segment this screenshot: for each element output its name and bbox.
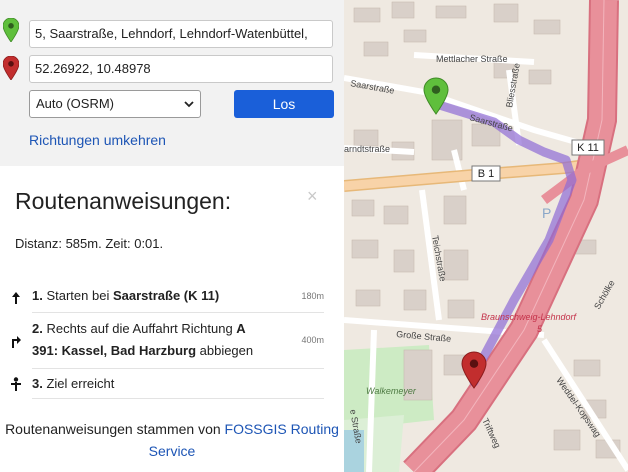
parking-icon: P	[542, 205, 551, 221]
routing-form: 5, Saarstraße, Lehndorf, Lehndorf-Watenb…	[0, 0, 344, 166]
directions-title: Routenanweisungen:	[15, 188, 232, 214]
route-step: 3. Ziel erreicht	[10, 373, 324, 397]
close-icon[interactable]: ×	[307, 186, 318, 207]
route-step: 2. Rechts auf die Auffahrt Richtung A 39…	[10, 318, 324, 366]
route-summary: Distanz: 585m. Zeit: 0:01.	[15, 236, 164, 251]
step-number: 2.	[32, 321, 43, 336]
from-field[interactable]: 5, Saarstraße, Lehndorf, Lehndorf-Watenb…	[29, 20, 333, 48]
street-label: Große Straße	[396, 329, 452, 344]
step-text: Starten bei	[46, 288, 113, 303]
routing-engine-value: Auto (OSRM)	[36, 96, 115, 111]
to-field[interactable]: 52.26922, 10.48978	[29, 55, 333, 83]
place-label: Walkemeyer	[366, 386, 417, 396]
primary-road	[344, 159, 595, 191]
route-step: 1. Starten bei Saarstraße (K 11) 180m	[10, 285, 324, 311]
end-marker-icon	[3, 56, 19, 80]
go-button[interactable]: Los	[234, 90, 334, 118]
divider	[32, 398, 324, 399]
step-text: Ziel erreicht	[46, 376, 115, 391]
reverse-directions-link[interactable]: Richtungen umkehren	[29, 132, 166, 148]
chevron-down-icon	[184, 101, 194, 108]
step-number: 1.	[32, 288, 43, 303]
step-distance: 180m	[301, 291, 324, 301]
step-number: 3.	[32, 376, 43, 391]
turn-right-arrow-icon	[12, 336, 21, 348]
street-label: Mettlacher Straße	[436, 54, 508, 64]
sidebar: 5, Saarstraße, Lehndorf, Lehndorf-Watenb…	[0, 0, 344, 472]
street-label: Triftweg	[480, 417, 502, 450]
destination-icon	[11, 377, 21, 391]
step-road: Saarstraße (K 11)	[112, 288, 220, 303]
shield-label: B 1	[478, 168, 495, 180]
step-text: Rechts auf die Auffahrt Richtung	[46, 321, 237, 336]
attribution: Routenanweisungen stammen von FOSSGIS Ro…	[0, 418, 344, 462]
start-marker-icon	[3, 18, 19, 42]
road-shield-b1: B 1	[471, 165, 501, 182]
routing-engine-select[interactable]: Auto (OSRM)	[29, 90, 201, 118]
place-label: Braunschweig-Lehndorf	[481, 312, 578, 322]
attribution-text: Routenanweisungen stammen von	[5, 421, 221, 437]
shield-label: K 11	[577, 142, 599, 154]
divider	[32, 312, 324, 313]
street-label: arndtstraße	[344, 144, 390, 154]
map-canvas: K 11 B 1 P Mettlacher Straße Saarstraße …	[344, 0, 628, 472]
street-label: Schölke	[592, 278, 617, 311]
step-distance: 400m	[301, 335, 324, 345]
map-view[interactable]: K 11 B 1 P Mettlacher Straße Saarstraße …	[344, 0, 628, 472]
road-shield-k11: K 11	[571, 139, 605, 156]
divider	[32, 368, 324, 369]
straight-arrow-icon	[12, 292, 20, 304]
step-text-suffix: abbiegen	[196, 343, 254, 358]
